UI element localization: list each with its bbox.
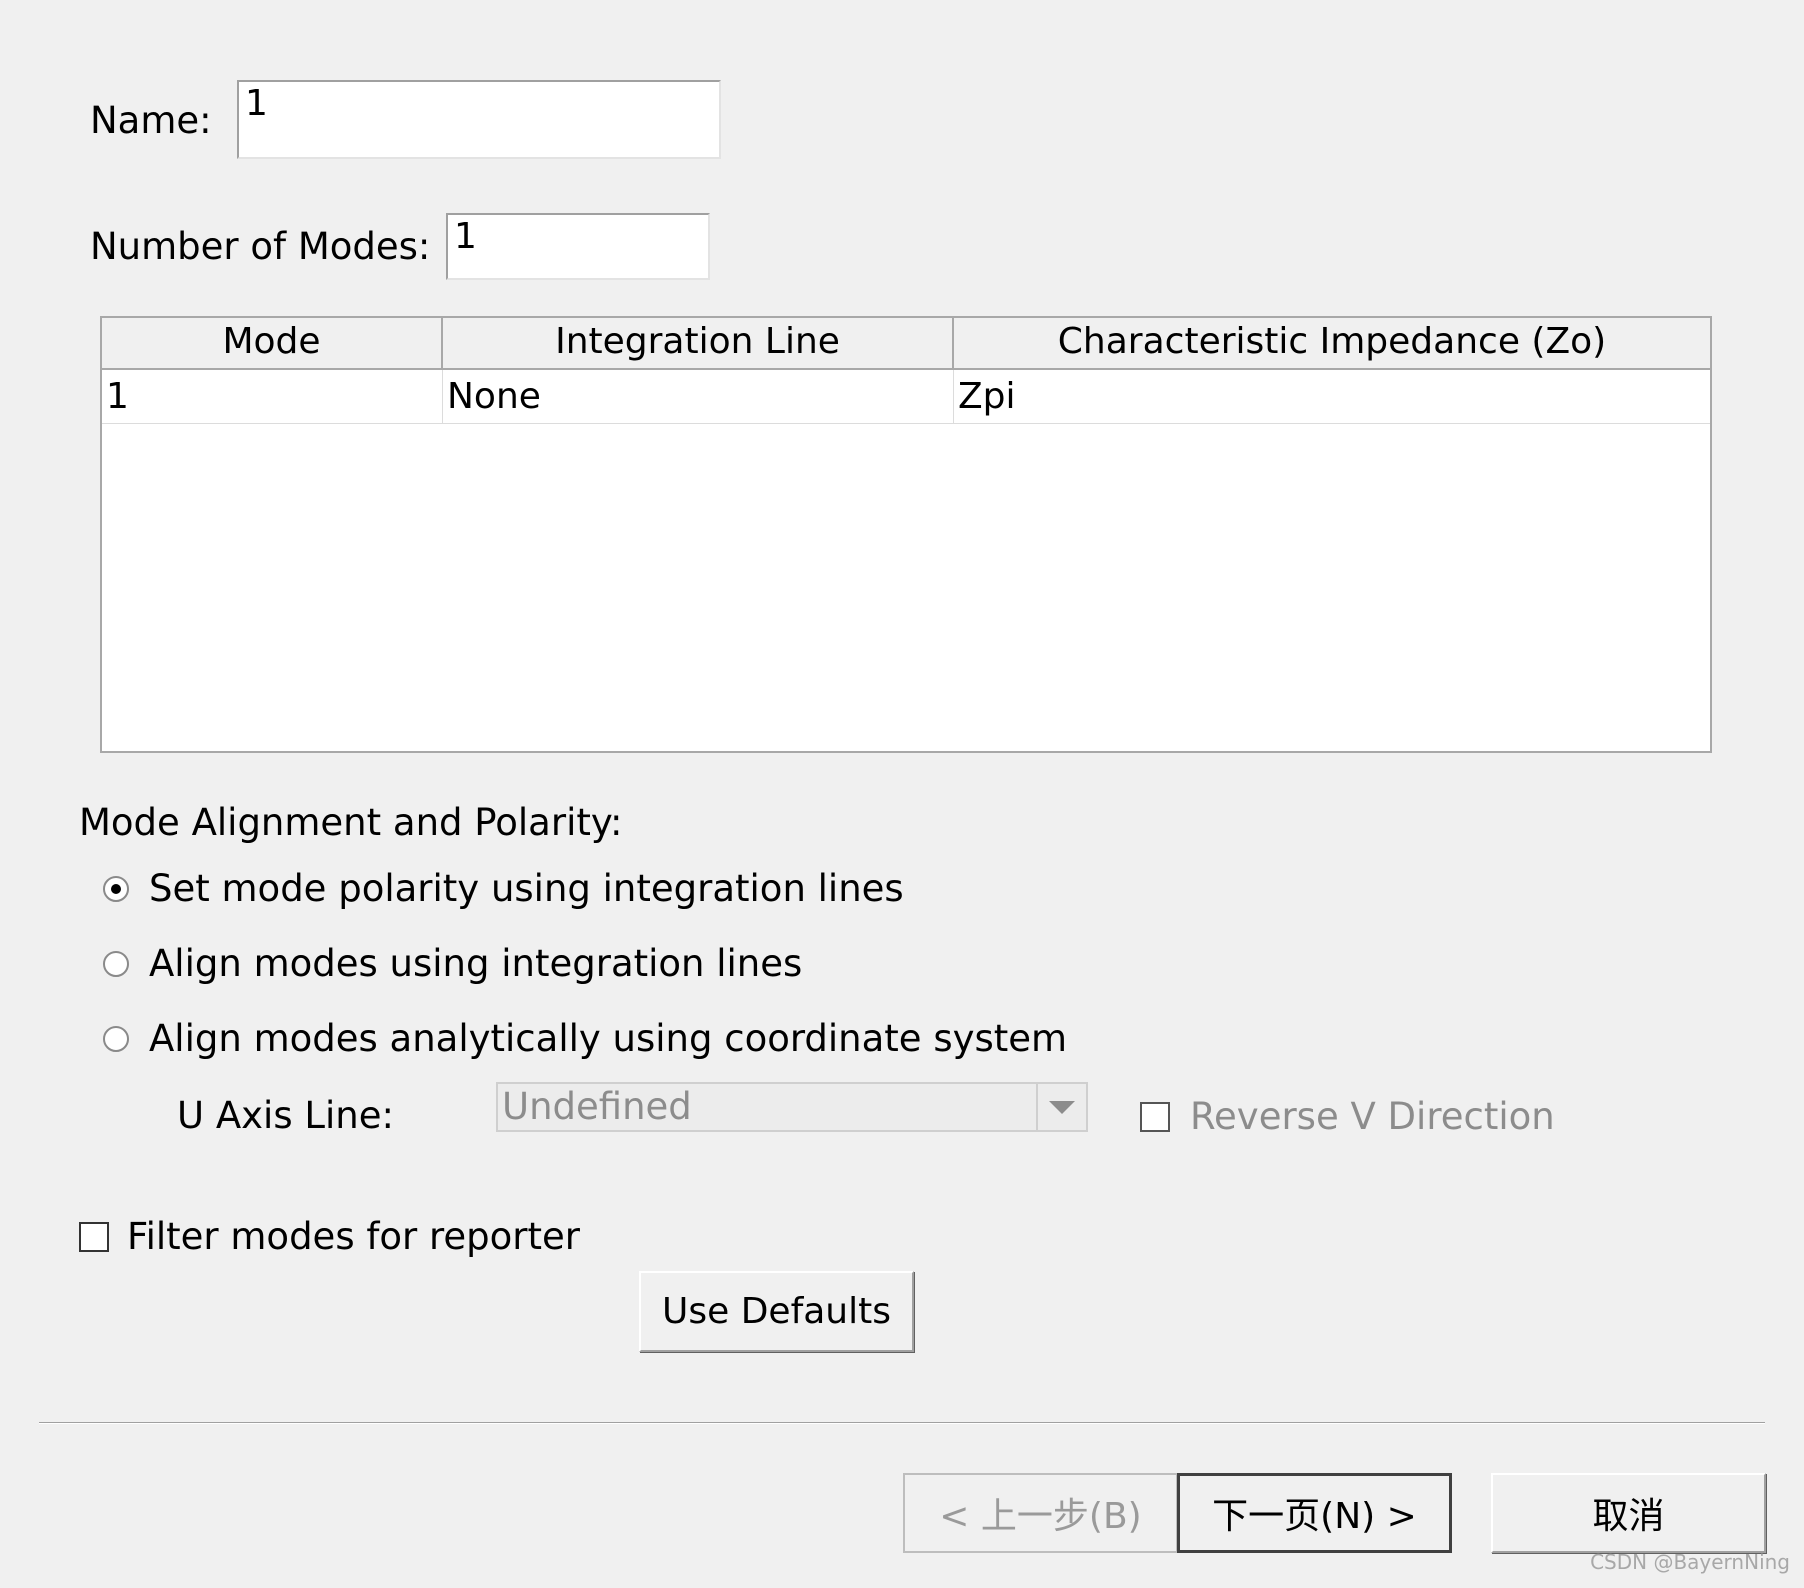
radio-icon[interactable] [103,950,129,977]
cell-integration-line[interactable]: None [443,370,954,423]
modes-input[interactable]: 1 [446,213,710,280]
radio-label: Set mode polarity using integration line… [149,867,904,910]
name-input[interactable]: 1 [237,80,721,159]
u-axis-value: Undefined [502,1085,692,1128]
header-integration-line[interactable]: Integration Line [443,318,954,368]
filter-modes-checkbox[interactable]: Filter modes for reporter [79,1218,580,1255]
reverse-v-checkbox[interactable]: Reverse V Direction [1140,1098,1555,1135]
name-label: Name: [90,99,212,142]
chevron-down-icon [1049,1101,1075,1114]
reverse-v-label: Reverse V Direction [1190,1095,1555,1138]
combo-dropdown-button[interactable] [1036,1084,1086,1130]
table-row[interactable]: 1 None Zpi [102,370,1710,424]
use-defaults-button[interactable]: Use Defaults [639,1271,914,1352]
radio-label: Align modes analytically using coordinat… [149,1017,1068,1060]
cell-impedance[interactable]: Zpi [954,370,1710,423]
alignment-title: Mode Alignment and Polarity: [79,801,623,844]
header-impedance[interactable]: Characteristic Impedance (Zo) [954,318,1710,368]
table-header: Mode Integration Line Characteristic Imp… [102,318,1710,370]
radio-set-polarity[interactable]: Set mode polarity using integration line… [103,870,904,907]
checkbox-icon[interactable] [1140,1101,1170,1132]
radio-label: Align modes using integration lines [149,942,803,985]
watermark: CSDN @BayernNing [1590,1550,1790,1574]
cancel-button[interactable]: 取消 [1491,1473,1766,1553]
radio-align-integration[interactable]: Align modes using integration lines [103,945,802,982]
modes-label: Number of Modes: [90,225,431,268]
next-button[interactable]: 下一页(N) > [1177,1473,1452,1553]
modes-table: Mode Integration Line Characteristic Imp… [100,316,1712,753]
u-axis-select[interactable]: Undefined [496,1082,1088,1132]
cell-mode[interactable]: 1 [102,370,443,423]
checkbox-icon[interactable] [79,1221,109,1252]
radio-icon[interactable] [103,875,129,902]
radio-align-analytic[interactable]: Align modes analytically using coordinat… [103,1020,1067,1057]
header-mode[interactable]: Mode [102,318,443,368]
u-axis-label: U Axis Line: [177,1094,394,1137]
separator [39,1422,1765,1424]
filter-modes-label: Filter modes for reporter [127,1215,580,1258]
radio-icon[interactable] [103,1025,129,1052]
back-button[interactable]: < 上一步(B) [903,1473,1178,1553]
